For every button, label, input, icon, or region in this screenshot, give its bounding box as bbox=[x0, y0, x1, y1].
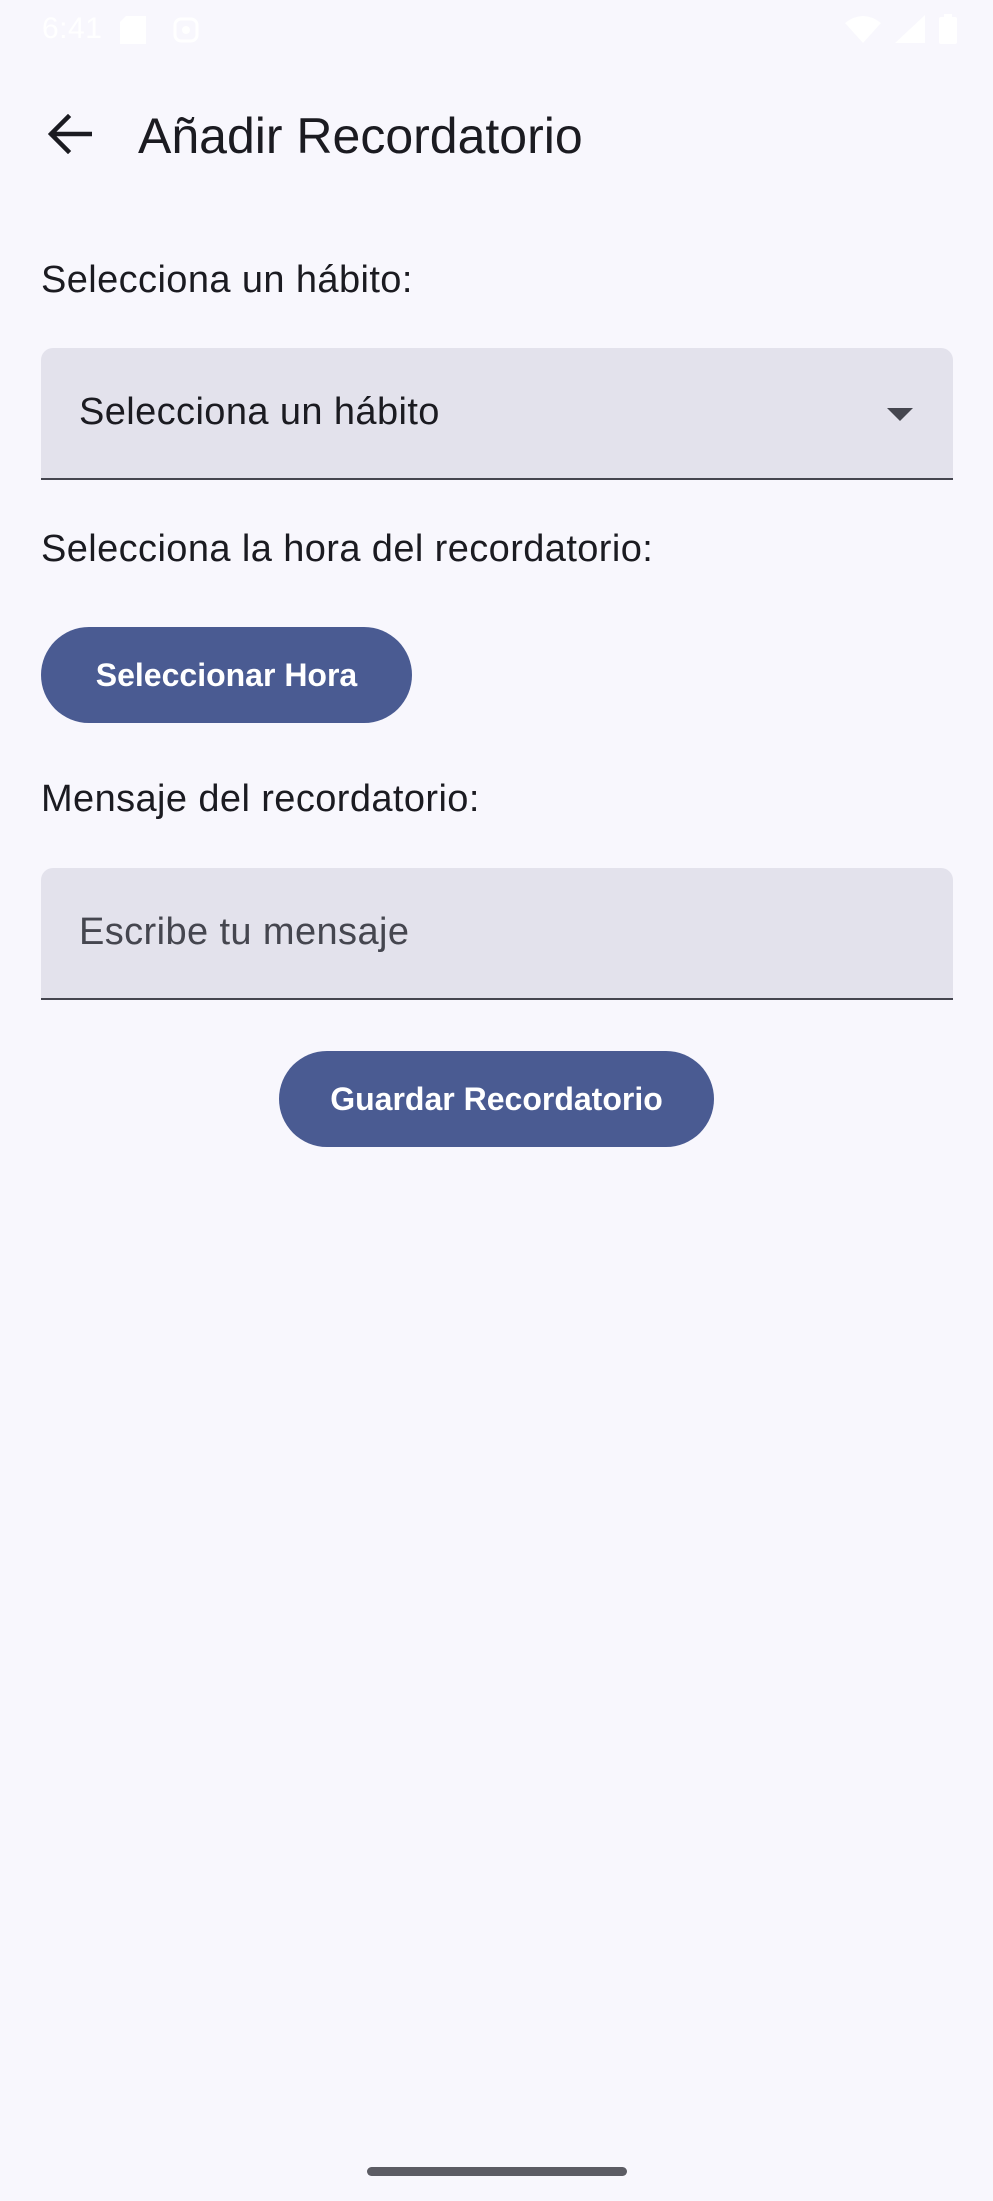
save-reminder-button[interactable]: Guardar Recordatorio bbox=[279, 1051, 714, 1147]
arrow-back-icon bbox=[47, 113, 93, 159]
message-input[interactable]: Escribe tu mensaje bbox=[41, 868, 953, 1000]
wifi-icon bbox=[845, 15, 881, 48]
habit-label: Selecciona un hábito: bbox=[41, 259, 413, 301]
message-label: Mensaje del recordatorio: bbox=[41, 778, 480, 820]
arrow-drop-down-icon bbox=[887, 408, 913, 421]
status-icons bbox=[845, 14, 957, 49]
sync-icon bbox=[172, 16, 200, 49]
time-label: Selecciona la hora del recordatorio: bbox=[41, 528, 654, 570]
battery-icon bbox=[939, 14, 957, 49]
status-bar: 6:41 bbox=[0, 0, 993, 60]
top-app-bar: Añadir Recordatorio bbox=[0, 90, 993, 180]
habit-dropdown[interactable]: Selecciona un hábito bbox=[41, 348, 953, 480]
habit-dropdown-value: Selecciona un hábito bbox=[79, 391, 440, 433]
signal-icon bbox=[895, 15, 925, 48]
select-time-button[interactable]: Seleccionar Hora bbox=[41, 627, 412, 723]
back-button[interactable] bbox=[30, 104, 110, 168]
message-input-placeholder: Escribe tu mensaje bbox=[79, 911, 410, 953]
home-indicator[interactable] bbox=[367, 2167, 627, 2176]
page-title: Añadir Recordatorio bbox=[138, 108, 583, 164]
status-time: 6:41 bbox=[42, 12, 103, 45]
sim-card-icon bbox=[120, 16, 146, 49]
